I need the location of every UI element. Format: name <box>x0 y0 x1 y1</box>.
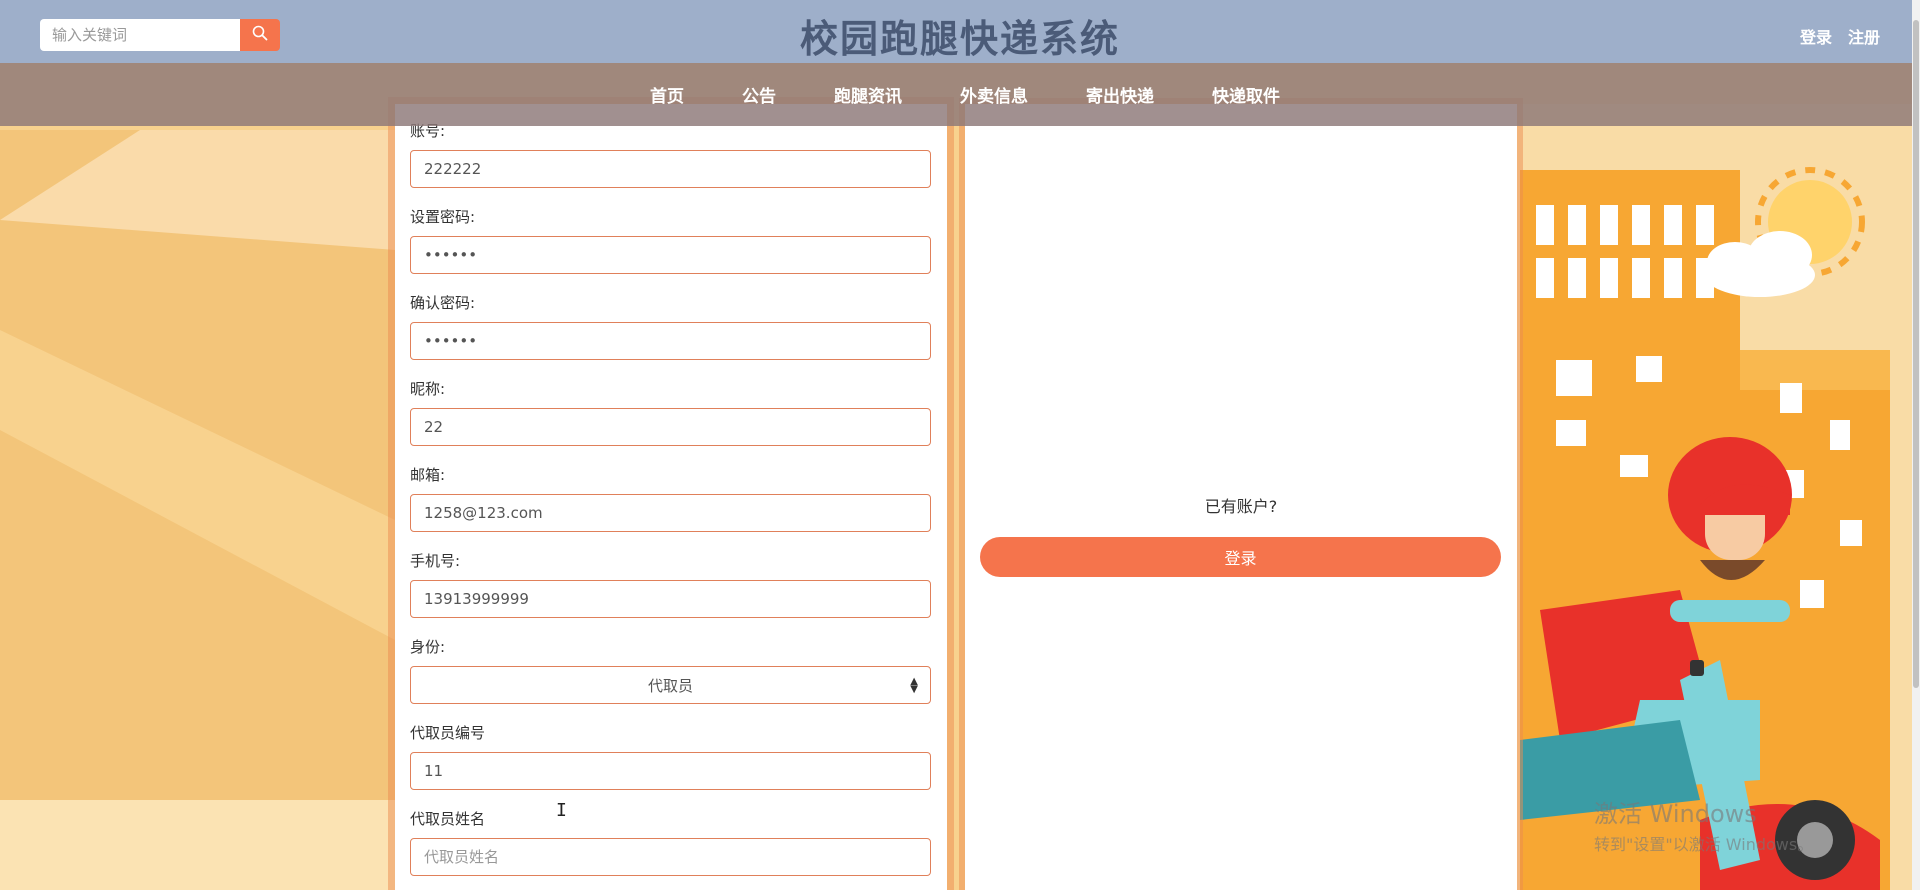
phone-input[interactable] <box>410 580 931 618</box>
account-input[interactable] <box>410 150 931 188</box>
page-scrollbar[interactable] <box>1912 0 1920 890</box>
courier-id-input[interactable] <box>410 752 931 790</box>
nav-items: 首页 公告 跑腿资讯 外卖信息 寄出快递 快递取件 <box>0 63 1920 126</box>
courier-name-input[interactable] <box>410 838 931 876</box>
password-label: 设置密码: <box>410 208 476 226</box>
watermark-subtitle: 转到"设置"以激活 Windows。 <box>1594 835 1814 854</box>
courier-name-label: 代取员姓名 <box>410 810 486 828</box>
phone-label: 手机号: <box>410 552 461 570</box>
nickname-input[interactable] <box>410 408 931 446</box>
role-select-value: 代取员 <box>647 676 693 695</box>
nav-item-errand-news[interactable]: 跑腿资讯 <box>834 82 902 107</box>
role-label: 身份: <box>410 638 446 656</box>
text-cursor-icon: I <box>556 800 567 821</box>
background-illustration <box>0 0 1920 890</box>
password-input[interactable] <box>410 236 931 274</box>
nav-item-takeout-info[interactable]: 外卖信息 <box>960 82 1028 107</box>
select-arrows-icon: ▲ ▼ <box>910 676 918 695</box>
nickname-label: 昵称: <box>410 380 446 398</box>
email-input[interactable] <box>410 494 931 532</box>
scrollbar-thumb[interactable] <box>1913 20 1919 688</box>
auth-links: 登录 注册 <box>1800 24 1880 48</box>
header-register-link[interactable]: 注册 <box>1848 24 1880 48</box>
header-login-link[interactable]: 登录 <box>1800 24 1832 48</box>
nav-item-home[interactable]: 首页 <box>650 82 684 107</box>
nav-item-pickup-express[interactable]: 快递取件 <box>1212 82 1280 107</box>
nav-item-send-express[interactable]: 寄出快递 <box>1086 82 1154 107</box>
have-account-text: 已有账户? <box>1204 497 1278 516</box>
watermark-title: 激活 Windows <box>1594 800 1757 828</box>
role-select[interactable]: 代取员 ▲ ▼ <box>410 666 931 704</box>
nav-item-announcements[interactable]: 公告 <box>742 82 776 107</box>
site-title: 校园跑腿快递系统 <box>799 17 1120 61</box>
courier-id-label: 代取员编号 <box>410 724 486 742</box>
main-nav: 首页 公告 跑腿资讯 外卖信息 寄出快递 快递取件 <box>0 63 1920 126</box>
login-button[interactable]: 登录 <box>980 537 1501 577</box>
email-label: 邮箱: <box>410 466 446 484</box>
windows-activation-watermark: 激活 Windows 转到"设置"以激活 Windows。 <box>1594 794 1813 855</box>
confirm-password-input[interactable] <box>410 322 931 360</box>
top-header: 校园跑腿快递系统 登录 注册 <box>0 0 1920 63</box>
confirm-password-label: 确认密码: <box>410 294 476 312</box>
